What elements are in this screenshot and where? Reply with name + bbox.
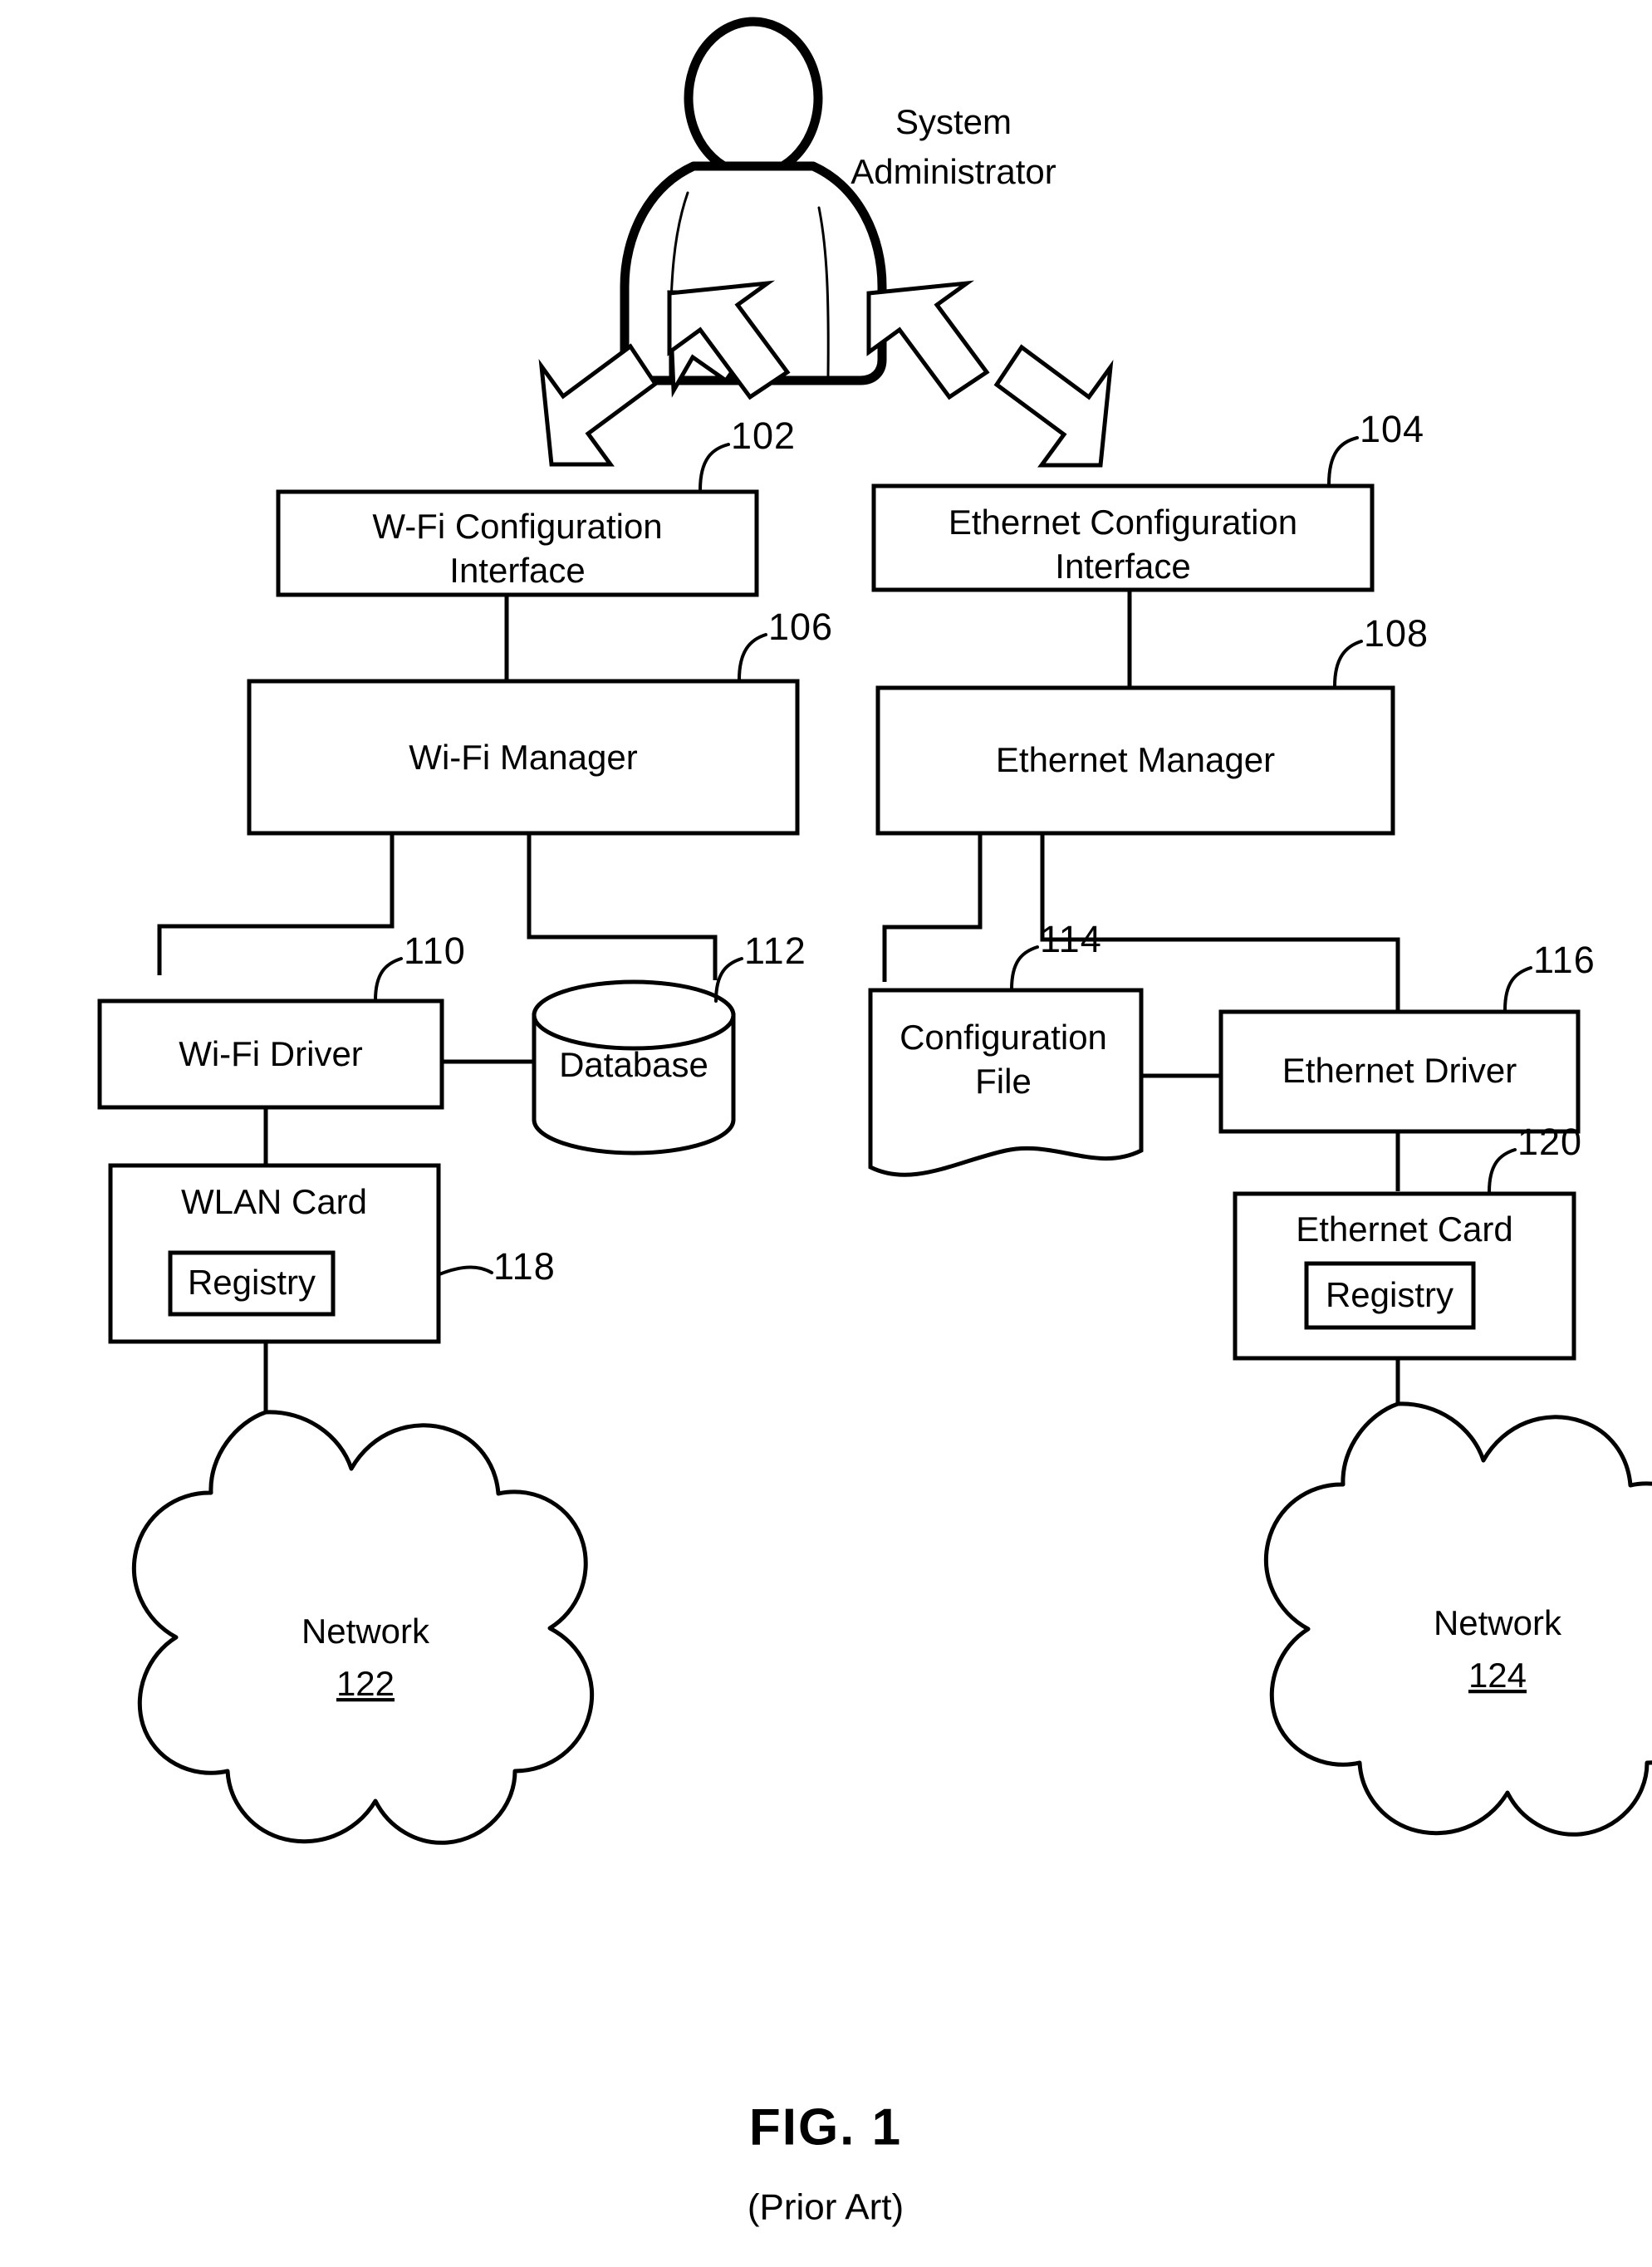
- ref-number-112: 112: [744, 930, 806, 972]
- actor-label-line1: System: [895, 102, 1012, 141]
- configuration-file-label-line1: Configuration: [900, 1018, 1107, 1057]
- node-wifi-manager[interactable]: Wi-Fi Manager: [247, 679, 800, 836]
- leader-line-118: [438, 1265, 493, 1276]
- leader-line-106: [738, 633, 767, 681]
- ref-number-104: 104: [1360, 408, 1424, 450]
- connector-wifi-manager-to-database: [527, 833, 718, 980]
- ref-number-108: 108: [1364, 612, 1429, 655]
- patent-figure-page: System Administrator W-Fi Configuration: [0, 0, 1652, 2267]
- node-ethernet-manager[interactable]: Ethernet Manager: [875, 685, 1395, 836]
- database-label: Database: [559, 1045, 708, 1084]
- node-network-right[interactable]: Network 124: [1263, 1401, 1652, 1837]
- connector-wifi-manager-to-driver: [157, 833, 395, 975]
- network-right-number: 124: [1468, 1656, 1527, 1695]
- node-database[interactable]: Database: [532, 979, 736, 1156]
- ref-number-116: 116: [1533, 939, 1596, 981]
- ref-number-106: 106: [768, 606, 833, 648]
- ref-number-114: 114: [1040, 918, 1102, 960]
- actor-label-line2: Administrator: [851, 152, 1056, 191]
- node-wifi-config-interface[interactable]: W-Fi Configuration Interface: [276, 489, 759, 597]
- network-left-number: 122: [336, 1664, 395, 1703]
- ethernet-registry-label: Registry: [1326, 1275, 1453, 1314]
- bidirectional-arrow-right-main: [866, 280, 990, 400]
- wifi-config-interface-label-line2: Interface: [449, 551, 585, 590]
- leader-line-116: [1503, 966, 1532, 1012]
- figure-caption: FIG. 1: [749, 2098, 902, 2156]
- leader-line-104: [1327, 436, 1359, 486]
- connector-eth-manager-to-config-file: [882, 833, 983, 982]
- ethernet-config-interface-label-line2: Interface: [1055, 547, 1190, 586]
- leader-line-108: [1333, 640, 1363, 688]
- bidirectional-arrow-right-head: [993, 344, 1114, 468]
- ref-number-102: 102: [731, 415, 796, 457]
- node-network-left[interactable]: Network 122: [131, 1410, 595, 1845]
- network-right-label: Network: [1434, 1603, 1562, 1642]
- configuration-file-label-line2: File: [975, 1062, 1032, 1101]
- figure-note: (Prior Art): [748, 2187, 904, 2228]
- node-configuration-file[interactable]: Configuration File: [868, 988, 1144, 1177]
- node-wlan-card[interactable]: WLAN Card Registry: [108, 1163, 441, 1344]
- ethernet-config-interface-label-line1: Ethernet Configuration: [949, 503, 1297, 542]
- network-left-label: Network: [301, 1612, 430, 1651]
- ref-number-110: 110: [404, 930, 466, 972]
- leader-line-110: [374, 957, 403, 1002]
- wifi-driver-label: Wi-Fi Driver: [179, 1034, 363, 1073]
- leader-line-114: [1010, 945, 1039, 991]
- node-ethernet-card[interactable]: Ethernet Card Registry: [1233, 1191, 1576, 1361]
- wlan-registry-label: Registry: [188, 1263, 316, 1302]
- node-wifi-driver[interactable]: Wi-Fi Driver: [97, 999, 444, 1110]
- ref-number-120: 120: [1517, 1121, 1582, 1163]
- node-ethernet-registry[interactable]: Registry: [1304, 1261, 1476, 1330]
- ethernet-manager-label: Ethernet Manager: [996, 740, 1275, 779]
- ethernet-driver-label: Ethernet Driver: [1282, 1051, 1517, 1090]
- leader-line-112: [714, 957, 743, 1003]
- ethernet-card-label: Ethernet Card: [1296, 1210, 1512, 1249]
- ref-number-118: 118: [493, 1245, 556, 1288]
- node-wlan-registry[interactable]: Registry: [168, 1250, 336, 1317]
- wlan-card-label: WLAN Card: [181, 1182, 367, 1221]
- wifi-manager-label: Wi-Fi Manager: [409, 738, 637, 777]
- node-ethernet-config-interface[interactable]: Ethernet Configuration Interface: [871, 483, 1375, 592]
- wifi-config-interface-label-line1: W-Fi Configuration: [372, 507, 662, 546]
- node-ethernet-driver[interactable]: Ethernet Driver: [1218, 1009, 1581, 1134]
- leader-line-120: [1488, 1148, 1517, 1194]
- leader-line-102: [699, 443, 730, 492]
